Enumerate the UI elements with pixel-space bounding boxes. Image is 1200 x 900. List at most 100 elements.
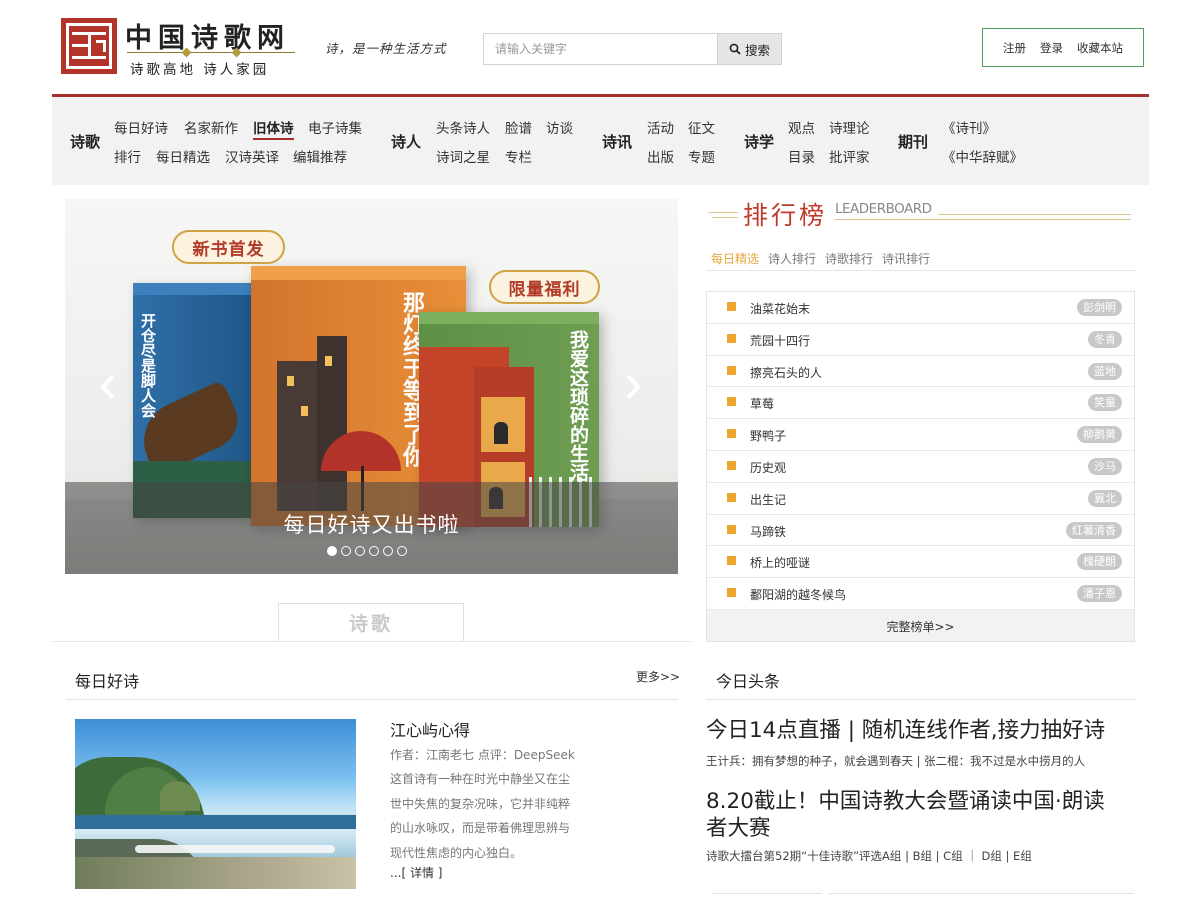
new-book-tag: 新书首发 bbox=[172, 230, 285, 264]
list-item[interactable]: 历史观 沙马 bbox=[707, 451, 1134, 483]
more-link[interactable]: 更多>> bbox=[636, 668, 680, 685]
nav-item-active[interactable]: 旧体诗 bbox=[253, 117, 294, 140]
nav-item[interactable]: 访谈 bbox=[546, 117, 573, 137]
poem-name: 马蹄铁 bbox=[750, 524, 787, 539]
leaderboard-title-en: LEADERBOARD bbox=[835, 201, 932, 217]
nav-item[interactable]: 排行 bbox=[114, 146, 141, 166]
nav-item[interactable]: 每日精选 bbox=[156, 146, 210, 166]
author-badge[interactable]: 冬青 bbox=[1088, 330, 1122, 348]
nav-item[interactable]: 批评家 bbox=[829, 146, 870, 166]
register-link[interactable]: 注册 bbox=[1003, 40, 1026, 56]
search-button[interactable]: 搜索 bbox=[717, 33, 782, 65]
poem-excerpt: 这首诗有一种在时光中静坐又在尘世中失焦的复杂况味，它并非纯粹的山水咏叹，而是带着… bbox=[390, 772, 571, 860]
carousel-dot[interactable] bbox=[327, 546, 337, 556]
logo-title[interactable]: 中国诗歌网 bbox=[125, 16, 290, 55]
nav-item[interactable]: 出版 bbox=[647, 146, 674, 166]
search-icon bbox=[729, 43, 741, 55]
nav-item[interactable]: 《诗刊》 bbox=[942, 117, 996, 137]
nav-item[interactable]: 活动 bbox=[647, 117, 674, 137]
carousel-dot[interactable] bbox=[383, 546, 393, 556]
author-badge[interactable]: 笑童 bbox=[1088, 394, 1122, 412]
carousel-prev-button[interactable] bbox=[98, 373, 118, 401]
tab-poem-ranking[interactable]: 诗歌排行 bbox=[825, 250, 873, 267]
section-divider bbox=[52, 641, 692, 642]
poem-cover-image[interactable] bbox=[75, 719, 356, 889]
search-button-label: 搜索 bbox=[744, 42, 770, 58]
full-ranking-link[interactable]: 完整榜单>> bbox=[707, 609, 1134, 641]
carousel-dot[interactable] bbox=[355, 546, 365, 556]
book-title-blue: 开仓尽是脚人会 bbox=[139, 313, 157, 418]
nav-item[interactable]: 编辑推荐 bbox=[293, 146, 347, 166]
nav-item[interactable]: 观点 bbox=[788, 117, 815, 137]
list-item[interactable]: 马蹄铁 红薯清香 bbox=[707, 515, 1134, 547]
list-item[interactable]: 出生记 冀北 bbox=[707, 483, 1134, 515]
nav-group-news[interactable]: 诗讯 bbox=[602, 131, 632, 152]
leaderboard-header: 排行榜 LEADERBOARD bbox=[706, 195, 1136, 235]
nav-item[interactable]: 头条诗人 bbox=[436, 117, 490, 137]
tab-daily-selection[interactable]: 每日精选 bbox=[711, 250, 759, 267]
poem-detail-link[interactable]: ...[ 详情 ] bbox=[390, 864, 442, 881]
nav-item[interactable]: 专栏 bbox=[505, 146, 532, 166]
leaderboard-title: 排行榜 bbox=[743, 201, 828, 230]
chevron-right-icon bbox=[626, 374, 641, 400]
list-item[interactable]: 油菜花始末 彭剑明 bbox=[707, 292, 1134, 324]
author-badge[interactable]: 槐硬朗 bbox=[1077, 553, 1122, 571]
book-title-green: 我爱这琐碎的生活 bbox=[567, 330, 589, 482]
nav-item[interactable]: 目录 bbox=[788, 146, 815, 166]
nav-item[interactable]: 诗词之星 bbox=[436, 146, 490, 166]
nav-item[interactable]: 《中华辞赋》 bbox=[942, 146, 1023, 166]
daily-poem-section-title: 每日好诗 bbox=[75, 672, 140, 691]
nav-item[interactable]: 名家新作 bbox=[184, 117, 238, 137]
nav-item[interactable]: 每日好诗 bbox=[114, 117, 168, 137]
author-badge[interactable]: 彭剑明 bbox=[1077, 299, 1122, 316]
nav-item[interactable]: 诗理论 bbox=[829, 117, 870, 137]
list-item[interactable]: 桥上的哑谜 槐硬朗 bbox=[707, 546, 1134, 579]
logo-seal-icon[interactable] bbox=[61, 18, 117, 74]
nav-group-poets[interactable]: 诗人 bbox=[391, 131, 421, 152]
author-badge[interactable]: 沙马 bbox=[1088, 457, 1122, 475]
poem-name: 荒园十四行 bbox=[750, 333, 811, 348]
poem-name: 油菜花始末 bbox=[750, 302, 811, 316]
site-slogan: 诗，是一种生活方式 bbox=[325, 41, 447, 56]
nav-item[interactable]: 电子诗集 bbox=[308, 117, 362, 137]
leaderboard-tabs: 每日精选 诗人排行 诗歌排行 诗讯排行 bbox=[711, 250, 930, 267]
nav-item[interactable]: 征文 bbox=[688, 117, 715, 137]
author-badge[interactable]: 冀北 bbox=[1088, 489, 1122, 507]
list-item[interactable]: 草莓 笑童 bbox=[707, 387, 1134, 420]
author-badge[interactable]: 潘子恩 bbox=[1077, 585, 1122, 603]
carousel-dot[interactable] bbox=[397, 546, 407, 556]
poem-title[interactable]: 江心屿心得 bbox=[390, 717, 470, 741]
banner-carousel[interactable]: 开仓尽是脚人会 那灯终于等到了你 我爱这琐碎的生活 新书首发 限量福利 每日好诗… bbox=[65, 199, 678, 574]
tab-poetry[interactable]: 诗歌 bbox=[278, 603, 464, 642]
nav-item[interactable]: 脸谱 bbox=[505, 117, 532, 137]
banner-caption[interactable]: 每日好诗又出书啦 bbox=[65, 509, 678, 539]
chevron-left-icon bbox=[100, 374, 115, 400]
author-badge[interactable]: 柳鹅黄 bbox=[1077, 426, 1122, 444]
tab-poet-ranking[interactable]: 诗人排行 bbox=[768, 250, 816, 267]
poem-name: 历史观 bbox=[750, 460, 787, 475]
headline-subtitle[interactable]: 诗歌大擂台第52期“十佳诗歌”评选A组 | B组 | C组 ｜ D组 | E组 bbox=[706, 848, 1032, 864]
bookmark-link[interactable]: 收藏本站 bbox=[1077, 40, 1123, 56]
author-badge[interactable]: 蓝地 bbox=[1088, 362, 1122, 380]
nav-group-poetry[interactable]: 诗歌 bbox=[70, 131, 100, 152]
logo-divider bbox=[127, 47, 295, 58]
tab-news-ranking[interactable]: 诗讯排行 bbox=[882, 250, 930, 267]
headline-subtitle[interactable]: 王计兵：拥有梦想的种子，就会遇到春天 | 张二棍：我不过是水中捞月的人 bbox=[706, 753, 1085, 769]
list-item[interactable]: 荒园十四行 冬青 bbox=[707, 324, 1134, 356]
search-input[interactable] bbox=[483, 33, 717, 65]
list-item[interactable]: 野鸭子 柳鹅黄 bbox=[707, 419, 1134, 451]
author-badge[interactable]: 红薯清香 bbox=[1066, 521, 1122, 539]
carousel-dot[interactable] bbox=[341, 546, 351, 556]
headline-title[interactable]: 今日14点直播 | 随机连线作者,接力抽好诗 bbox=[706, 717, 1126, 744]
nav-item[interactable]: 汉诗英译 bbox=[225, 146, 279, 166]
carousel-dot[interactable] bbox=[369, 546, 379, 556]
list-item[interactable]: 擦亮石头的人 蓝地 bbox=[707, 356, 1134, 388]
poem-meta: 作者：江南老七 点评：DeepSeek bbox=[390, 748, 575, 762]
nav-item[interactable]: 专题 bbox=[688, 146, 715, 166]
nav-group-journals[interactable]: 期刊 bbox=[898, 131, 928, 152]
login-link[interactable]: 登录 bbox=[1040, 40, 1063, 56]
headline-title[interactable]: 8.20截止！中国诗教大会暨诵读中国·朗读者大赛 bbox=[706, 788, 1126, 842]
nav-group-poetics[interactable]: 诗学 bbox=[744, 131, 774, 152]
list-item[interactable]: 鄱阳湖的越冬候鸟 潘子恩 bbox=[707, 578, 1134, 610]
carousel-next-button[interactable] bbox=[623, 373, 643, 401]
